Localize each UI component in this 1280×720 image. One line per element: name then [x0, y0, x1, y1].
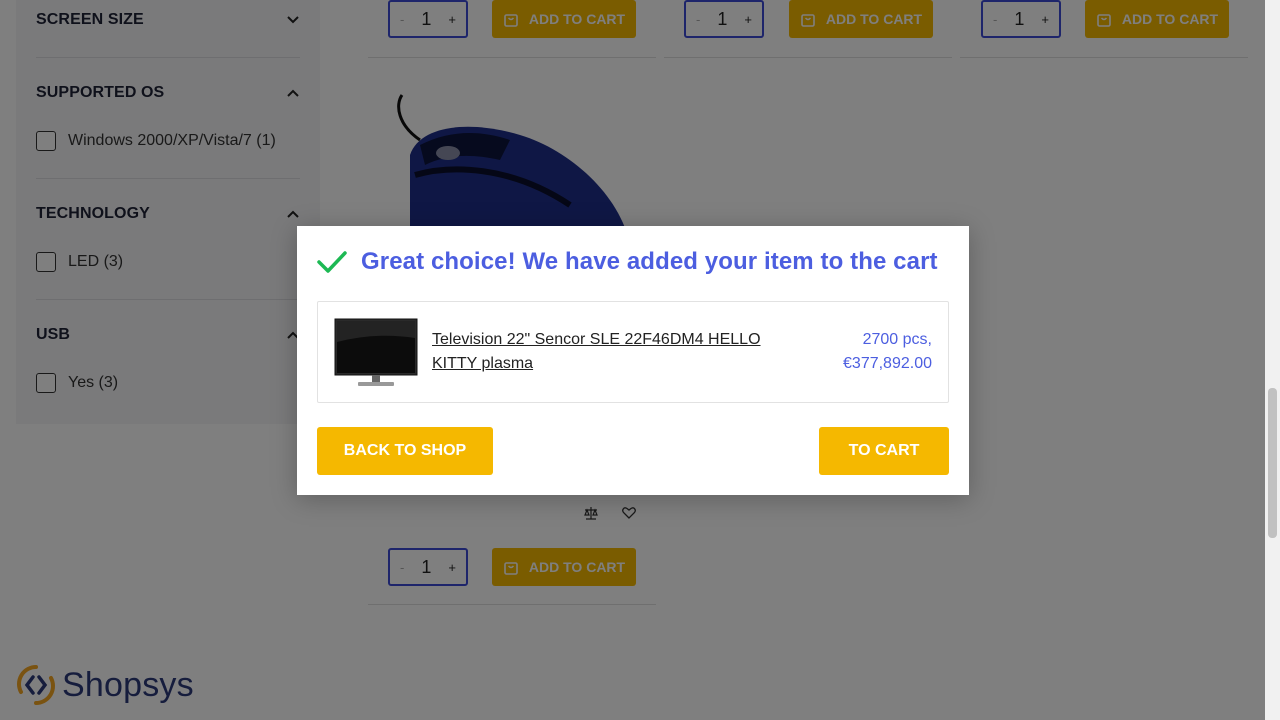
- item-quantity-price: 2700 pcs, €377,892.00: [812, 328, 932, 376]
- dialog-title: Great choice! We have added your item to…: [361, 248, 938, 275]
- item-quantity: 2700 pcs,: [862, 331, 932, 348]
- added-item: Television 22" Sencor SLE 22F46DM4 HELLO…: [317, 301, 949, 403]
- dialog-header: Great choice! We have added your item to…: [317, 248, 938, 276]
- item-price: €377,892.00: [843, 355, 932, 372]
- added-to-cart-dialog: Great choice! We have added your item to…: [297, 226, 969, 495]
- scrollbar-thumb[interactable]: [1268, 388, 1277, 538]
- checkmark-icon: [317, 251, 347, 273]
- to-cart-button[interactable]: TO CART: [819, 427, 949, 475]
- product-name-link[interactable]: Television 22" Sencor SLE 22F46DM4 HELLO…: [432, 328, 772, 376]
- page-scrollbar[interactable]: [1265, 0, 1280, 720]
- back-to-shop-button[interactable]: BACK TO SHOP: [317, 427, 493, 475]
- product-image-television[interactable]: [334, 318, 418, 388]
